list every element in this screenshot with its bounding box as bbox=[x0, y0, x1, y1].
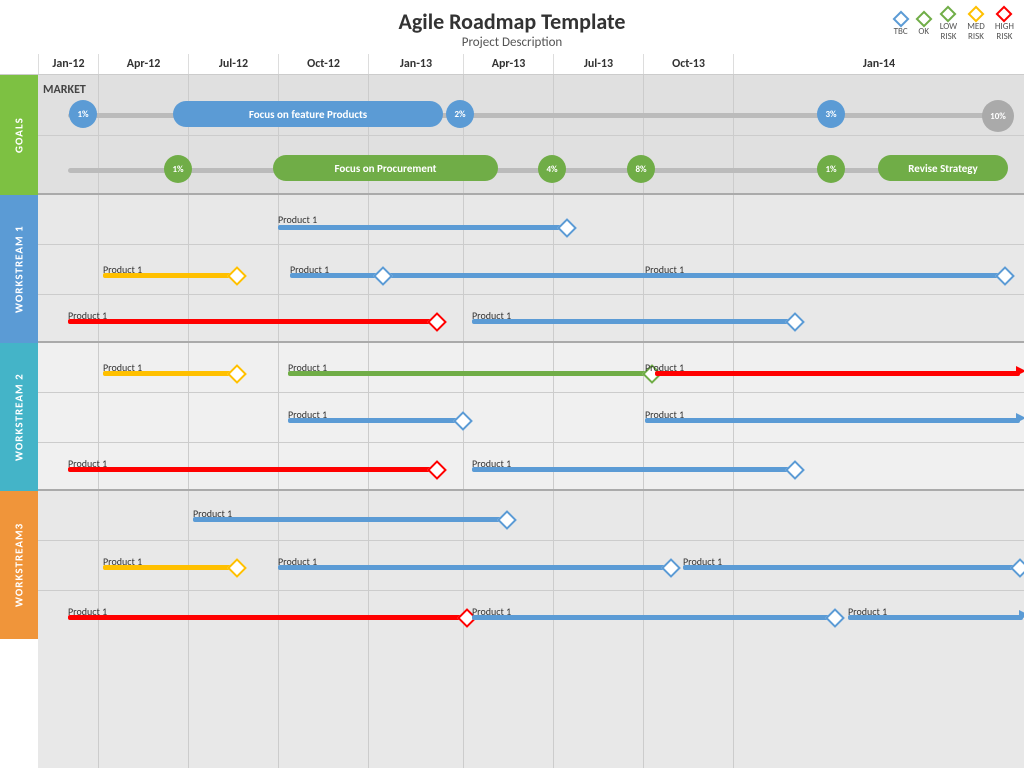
header: Agile Roadmap Template Project Descripti… bbox=[0, 0, 1024, 54]
ws2-r2-bar-blue1 bbox=[288, 418, 458, 423]
ws2-r1-arrow bbox=[1016, 366, 1024, 376]
tl-oct12: Oct-12 bbox=[278, 54, 368, 74]
ws2-r1-bar-yellow bbox=[103, 371, 233, 376]
ws1-r3-diamond-blue bbox=[785, 312, 805, 332]
ws2-r1-diamond-yellow bbox=[227, 364, 247, 384]
tl-jul12: Jul-12 bbox=[188, 54, 278, 74]
ws3-r2-bar-blue2 bbox=[683, 565, 1018, 570]
ws3-r3-bar-red bbox=[68, 615, 463, 620]
legend-med: MEDRISK bbox=[967, 8, 985, 42]
tbc-icon bbox=[892, 10, 909, 27]
ws3-r1-bar-blue bbox=[193, 517, 503, 522]
ws3-section: Product 1 Product 1 Product 1 Product 1 … bbox=[38, 491, 1024, 768]
ws1-r2-diamond-blue2 bbox=[995, 266, 1015, 286]
ws3-r2-diamond-blue2 bbox=[1010, 558, 1024, 578]
ws2-section: Product 1 Product 1 Product 1 Product 1 … bbox=[38, 343, 1024, 491]
legend-high: HIGHRISK bbox=[995, 8, 1014, 42]
legend: TBC OK LOWRISK MEDRISK HIGHRISK bbox=[894, 8, 1014, 42]
ws1-section: Product 1 Product 1 Product 1 Product 1 … bbox=[38, 195, 1024, 343]
ws2-r1-bar-green bbox=[288, 371, 648, 376]
goal2-pct3: 8% bbox=[627, 155, 655, 183]
sidebar-ws1: WORKSTREAM 1 bbox=[0, 195, 38, 343]
legend-low: LOWRISK bbox=[940, 8, 957, 42]
goal2-pct1: 1% bbox=[164, 155, 192, 183]
ws2-r3-diamond-blue bbox=[785, 460, 805, 480]
tl-apr13: Apr-13 bbox=[463, 54, 553, 74]
ws1-r1-bar bbox=[278, 225, 563, 230]
ok-icon bbox=[915, 10, 932, 27]
sidebar-goals: GOALS bbox=[0, 75, 38, 195]
ws3-r1-diamond bbox=[497, 510, 517, 530]
goals-section: MARKET 1% Focus on feature Products 2% 3… bbox=[38, 75, 1024, 195]
tl-oct13: Oct-13 bbox=[643, 54, 733, 74]
ws1-r3-bar-blue bbox=[472, 319, 792, 324]
goal1-pct1: 1% bbox=[69, 100, 97, 128]
goal2-pill2: Revise Strategy bbox=[878, 155, 1008, 181]
med-risk-icon bbox=[968, 6, 985, 23]
ws2-r2-arrow bbox=[1016, 413, 1024, 423]
ws3-r2-bar-yellow bbox=[103, 565, 233, 570]
main-container: Agile Roadmap Template Project Descripti… bbox=[0, 0, 1024, 768]
goal2-pill: Focus on Procurement bbox=[273, 155, 498, 181]
ws1-r2-diamond-blue bbox=[373, 266, 393, 286]
tl-apr12: Apr-12 bbox=[98, 54, 188, 74]
ws2-r2-diamond-blue bbox=[453, 411, 473, 431]
chart-area: MARKET 1% Focus on feature Products 2% 3… bbox=[38, 75, 1024, 768]
goals-row2-line bbox=[68, 168, 1004, 173]
ws1-r1-diamond bbox=[557, 218, 577, 238]
sidebar: GOALS WORKSTREAM 1 WORKSTREAM 2 WORKSTRE… bbox=[0, 75, 38, 768]
ws3-r3-diamond-blue bbox=[825, 608, 845, 628]
ws1-r2-bar-yellow bbox=[103, 273, 233, 278]
ws1-r2-bar-blue2 bbox=[645, 273, 1005, 278]
ws1-r3-diamond-red bbox=[427, 312, 447, 332]
ws3-r2-bar-blue bbox=[278, 565, 668, 570]
market-label: MARKET bbox=[43, 83, 86, 97]
ws2-r3-bar-blue bbox=[472, 467, 792, 472]
goal2-pct4: 1% bbox=[817, 155, 845, 183]
goals-row-divider bbox=[38, 135, 1024, 136]
legend-ok: OK bbox=[918, 13, 930, 37]
page-title: Agile Roadmap Template bbox=[0, 8, 1024, 35]
ws1-r2-bar-blue bbox=[290, 273, 680, 278]
tl-jan14: Jan-14 bbox=[733, 54, 1024, 74]
low-risk-icon bbox=[940, 6, 957, 23]
tl-jul13: Jul-13 bbox=[553, 54, 643, 74]
ws2-r1-bar-red bbox=[655, 371, 1020, 376]
goal2-pct2: 4% bbox=[538, 155, 566, 183]
sidebar-ws2: WORKSTREAM 2 bbox=[0, 343, 38, 491]
goal1-pill: Focus on feature Products bbox=[173, 101, 443, 127]
ws3-r3-bar-blue2 bbox=[848, 615, 1023, 620]
ws2-r2-bar-blue2 bbox=[645, 418, 1020, 423]
content-area: GOALS WORKSTREAM 1 WORKSTREAM 2 WORKSTRE… bbox=[0, 75, 1024, 768]
goal1-pct2: 2% bbox=[446, 100, 474, 128]
sidebar-ws3: WORKSTREAM3 bbox=[0, 491, 38, 639]
tl-jan12: Jan-12 bbox=[38, 54, 98, 74]
goal1-pct3: 3% bbox=[817, 100, 845, 128]
ws3-r2-diamond-yellow bbox=[227, 558, 247, 578]
ws3-r3-arrow bbox=[1019, 610, 1024, 620]
page-subtitle: Project Description bbox=[0, 35, 1024, 50]
timeline-header: Jan-12 Apr-12 Jul-12 Oct-12 Jan-13 Apr-1… bbox=[0, 54, 1024, 75]
ws2-r3-diamond-red bbox=[427, 460, 447, 480]
ws3-r2-diamond-blue bbox=[661, 558, 681, 578]
legend-tbc: TBC bbox=[894, 13, 908, 37]
ws3-r3-bar-blue bbox=[472, 615, 832, 620]
tl-jan13: Jan-13 bbox=[368, 54, 463, 74]
ws1-r3-bar-red bbox=[68, 319, 433, 324]
ws2-r3-bar-red bbox=[68, 467, 433, 472]
high-risk-icon bbox=[996, 6, 1013, 23]
goal1-pct4: 10% bbox=[982, 100, 1014, 132]
ws1-r2-diamond-yellow bbox=[227, 266, 247, 286]
